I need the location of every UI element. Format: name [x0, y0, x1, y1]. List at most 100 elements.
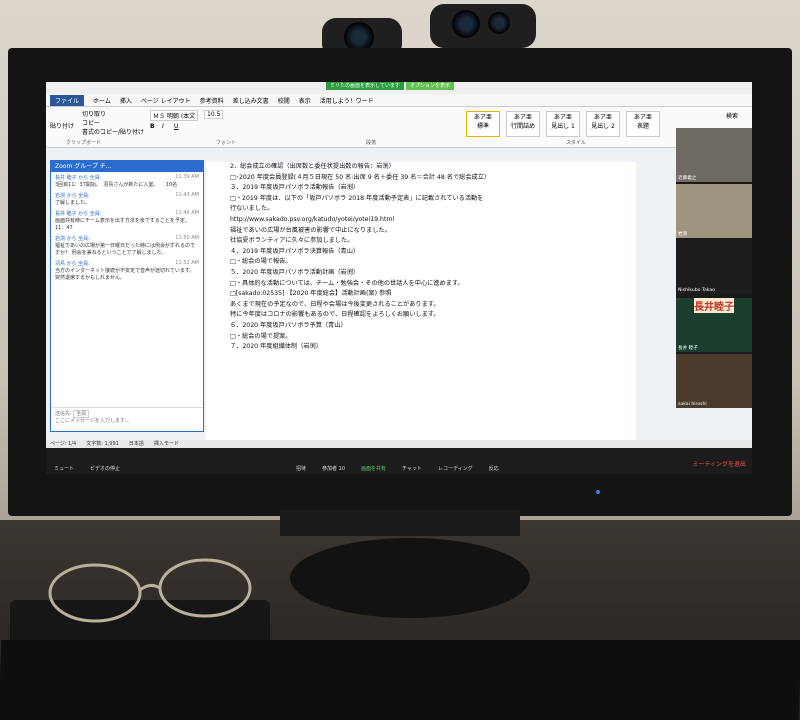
- chat-time: 11:43 AM: [175, 192, 199, 198]
- doc-line: □･2020 年度会員登録(４月５日現在 50 名:出席 9 名＋委任 39 名…: [230, 173, 491, 181]
- tab-home[interactable]: ホーム: [93, 96, 111, 105]
- tab-file[interactable]: ファイル: [50, 94, 85, 106]
- status-page[interactable]: ページ: 1/4: [50, 440, 76, 448]
- format-painter-button[interactable]: 書式のコピー/貼り付け: [82, 127, 144, 136]
- style-heading-1[interactable]: あア亜見出し 1: [546, 111, 580, 137]
- style-preview: あア亜: [553, 114, 572, 121]
- chat-text: 福祉であいの広場が第一日曜日だった時には例会がずれるのですか？ 例会を兼ねるとい…: [55, 243, 195, 256]
- stop-video-button[interactable]: ビデオの停止: [90, 465, 120, 472]
- record-button[interactable]: レコーディング: [438, 465, 473, 472]
- chat-button[interactable]: チャット: [402, 465, 422, 472]
- leave-meeting-button[interactable]: ミーティングを退出: [692, 459, 746, 468]
- style-no-spacing[interactable]: あア亜 行間詰め: [506, 111, 540, 137]
- style-name: 見出し 1: [551, 123, 575, 130]
- chat-message: 長井 睦子 から 全員: 11:39 AM 3回目11：37開始。 羽鳥さんが新たに…: [51, 172, 203, 190]
- tab-mailings[interactable]: 差し込み文書: [233, 96, 269, 105]
- doc-line: 2．総会成立の確認（出席数と委任状提出数の報告：岩渕）: [230, 163, 395, 170]
- doc-line: ４．2019 年度坂戸パソボラ決算報告（青山）: [230, 247, 360, 255]
- bold-button[interactable]: B: [150, 123, 155, 130]
- participants-label: 参加者: [322, 466, 338, 472]
- participant-tile[interactable]: Nishikubo Takao: [676, 240, 752, 294]
- participant-name: 長井 睦子: [678, 346, 698, 351]
- tab-page-layout[interactable]: ページ レイアウト: [141, 96, 191, 105]
- doc-line: □・2019 年度は、以下の「坂戸パソボラ 2018 年度活動予定表」に記載され…: [230, 194, 484, 202]
- chat-time: 11:46 AM: [175, 210, 199, 216]
- tab-insert[interactable]: 挿入: [120, 96, 132, 105]
- chat-title: Zoom グループ チ...: [51, 161, 203, 172]
- chat-time: 11:52 AM: [175, 260, 199, 266]
- participant-tile[interactable]: 長井睦子 長井 睦子: [676, 298, 752, 352]
- style-preview: あア亜: [513, 114, 532, 121]
- font-name-select[interactable]: ＭＳ 明朝 (本文: [150, 110, 199, 121]
- participants-button[interactable]: 参加者 10: [322, 465, 345, 472]
- doc-line: ７．2020 年度組織体制（岩渕）: [230, 343, 322, 351]
- participant-tile[interactable]: sakai hiroshi: [676, 354, 752, 408]
- zoom-chat-panel: Zoom グループ チ... 長井 睦子 から 全員: 11:39 AM 3回目11…: [50, 160, 204, 432]
- chat-message: 長井 睦子 から 全員: 11:46 AM 画面共有時にチーム表示を出す方法を後です…: [51, 208, 203, 233]
- webcam-right-lens-2: [488, 12, 510, 34]
- tab-addin[interactable]: 活用しよう！ワード: [320, 96, 374, 105]
- participant-name: 岩渕: [678, 232, 688, 237]
- zoom-toolbar: ミュート ビデオの停止 招待 参加者 10 画面を共有 チャット レコーディング…: [46, 448, 752, 474]
- webcam-right-lens: [452, 10, 480, 38]
- participant-count: 10: [338, 466, 346, 472]
- italic-button[interactable]: I: [162, 123, 164, 130]
- doc-link[interactable]: http://www.sakado.psv.org/katudo/yotei/y…: [206, 215, 636, 226]
- chat-text: 了解しました。: [55, 200, 91, 206]
- status-words[interactable]: 文字数: 1,991: [86, 440, 119, 448]
- monitor-base: [290, 538, 530, 618]
- chat-input[interactable]: ここにメッセージを入力します...: [55, 417, 199, 424]
- group-style: スタイル: [566, 140, 587, 146]
- style-title[interactable]: あア亜 表題: [626, 111, 660, 137]
- participant-tile[interactable]: 近藤義之: [676, 128, 752, 182]
- word-status-bar: ページ: 1/4 文字数: 1,991 日本語 挿入モード: [46, 440, 752, 448]
- style-name: 見出し 2: [591, 123, 615, 130]
- search-button[interactable]: 検索: [726, 111, 738, 120]
- chat-input-area: 送信先: 全員 ここにメッセージを入力します...: [51, 407, 203, 431]
- style-name: 表題: [636, 123, 649, 130]
- participant-tile[interactable]: 岩渕: [676, 184, 752, 238]
- chat-message: 岩渕 から 全員: 11:43 AM 了解しました。: [51, 190, 203, 208]
- chat-time: 11:50 AM: [175, 235, 199, 241]
- doc-line: 社協夏ボランティアに久々に参加しました。: [230, 237, 354, 245]
- reactions-button[interactable]: 反応: [489, 465, 499, 472]
- invite-button[interactable]: 招待: [296, 465, 306, 472]
- status-language[interactable]: 日本語: [129, 440, 144, 448]
- tab-references[interactable]: 参考資料: [200, 96, 224, 105]
- eyeglasses-icon: [48, 558, 252, 623]
- style-preview: あア亜: [593, 114, 612, 121]
- doc-line: □・総会の場で提案。: [230, 332, 292, 340]
- style-normal[interactable]: あア亜 標準: [466, 111, 500, 137]
- chat-message: 岩渕 から 全員: 11:50 AM 福祉であいの広場が第一日曜日だった時には例会が…: [51, 233, 203, 258]
- webcam-right: [430, 4, 536, 48]
- document-page[interactable]: 2．総会成立の確認（出席数と委任状提出数の報告：岩渕） □･2020 年度会員登…: [206, 162, 636, 452]
- group-paragraph: 段落: [366, 140, 377, 146]
- zoom-share-strip: ミリたの画面を表示しています: [326, 82, 404, 90]
- tab-review[interactable]: 校閲: [278, 96, 290, 105]
- chat-text: 画面共有時にチーム表示を出す方法を後ですることを予定。 11：47: [55, 218, 198, 231]
- zoom-options-strip[interactable]: オプションを表示: [406, 82, 455, 90]
- screen: ミリたの画面を表示しています オプションを表示 ファイル ホーム 挿入 ページ …: [46, 82, 752, 474]
- doc-line: あくまで現在の予定なので、日程や会場は今後変更されることがあります。: [230, 300, 440, 308]
- style-preview: あア亜: [633, 114, 652, 121]
- power-led-icon: [596, 490, 600, 494]
- style-gallery: あア亜 標準 あア亜行間詰め あア亜見出し 1 あア亜見出し 2 あア亜表題: [466, 111, 660, 137]
- group-clipboard: クリップボード: [66, 140, 102, 146]
- participant-name: Nishikubo Takao: [678, 288, 715, 293]
- doc-line: 特に今年度はコロナの影響もあるので、日程確認をよろしくお願いします。: [230, 311, 440, 319]
- paste-button[interactable]: 貼り付け: [50, 121, 74, 130]
- underline-button[interactable]: U: [174, 123, 178, 130]
- word-title-bar: ミリたの画面を表示しています オプションを表示: [46, 82, 752, 94]
- mute-button[interactable]: ミュート: [54, 465, 74, 472]
- font-size-select[interactable]: 10.5: [204, 110, 224, 119]
- style-heading-2[interactable]: あア亜見出し 2: [586, 111, 620, 137]
- share-screen-button[interactable]: 画面を共有: [361, 465, 386, 472]
- status-mode[interactable]: 挿入モード: [154, 440, 179, 448]
- tab-view[interactable]: 表示: [299, 96, 311, 105]
- copy-button[interactable]: コピー: [82, 118, 100, 127]
- chat-text: 3回目11：37開始。 羽鳥さんが新たに入室。 10名: [55, 182, 178, 188]
- cut-button[interactable]: 切り取り: [82, 109, 106, 118]
- style-name: 行間詰め: [510, 123, 535, 130]
- group-font: フォント: [216, 140, 237, 146]
- doc-line: □・具体的な活動については、チーム・勉強会・その他の世話人を中心に進めます。: [230, 279, 464, 287]
